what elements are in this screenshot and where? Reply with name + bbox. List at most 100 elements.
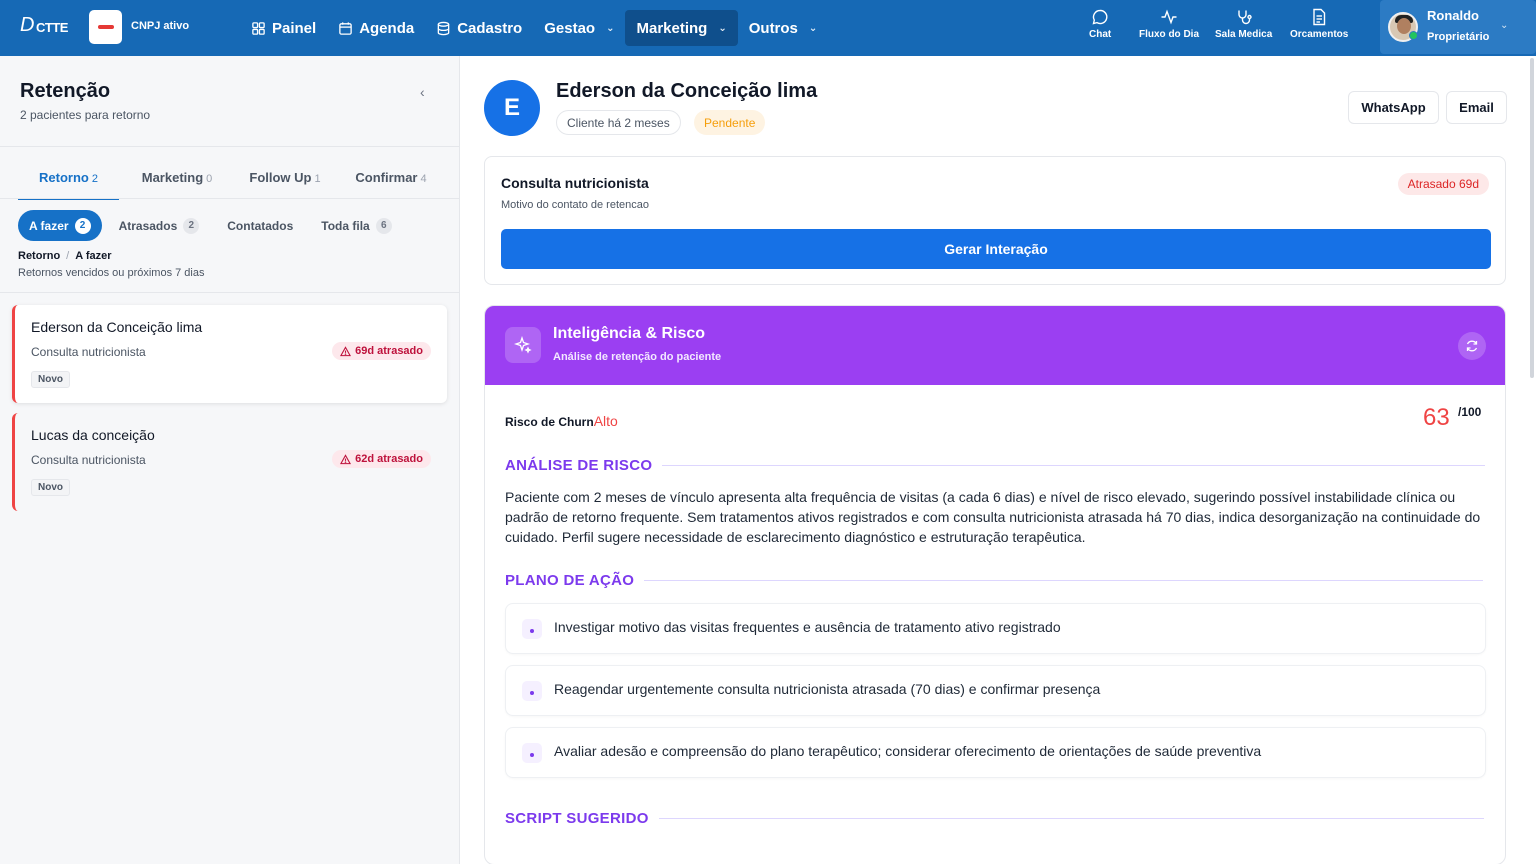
risk-score-max: /100 xyxy=(1458,405,1482,419)
quick-chat[interactable]: Chat xyxy=(1089,8,1111,40)
action-text: Reagendar urgentemente consulta nutricio… xyxy=(554,681,1101,697)
user-role: Proprietário xyxy=(1427,31,1490,43)
breadcrumb: Retorno / A fazer xyxy=(18,250,112,262)
analysis-heading: ANÁLISE DE RISCO xyxy=(505,457,1486,474)
divider xyxy=(0,292,460,293)
client-since-badge: Cliente há 2 meses xyxy=(556,110,681,135)
quick-orcamentos[interactable]: Orcamentos xyxy=(1290,8,1348,40)
nav-cadastro[interactable]: Cadastro xyxy=(425,10,533,46)
section-title: ANÁLISE DE RISCO xyxy=(505,457,653,474)
appointment-type: Consulta nutricionista xyxy=(31,453,146,467)
grid-icon xyxy=(252,21,265,35)
retention-tabs: Retorno 2 Marketing 0 Follow Up 1 Confirmar… xyxy=(18,164,447,200)
nav-label: Gestao xyxy=(544,19,596,37)
filter-contatados[interactable]: Contatados xyxy=(216,210,304,241)
chevron-down-icon: ⌄ xyxy=(718,22,727,34)
retention-sidebar: Retenção 2 pacientes para retorno ‹ Reto… xyxy=(0,56,460,864)
page-subtitle: 2 pacientes para retorno xyxy=(20,108,151,122)
clinic-logo[interactable] xyxy=(89,10,122,44)
online-status-dot xyxy=(1409,31,1418,40)
risk-score: 63 xyxy=(1423,404,1450,431)
nav-label: Painel xyxy=(272,19,317,37)
patient-card[interactable]: Ederson da Conceição lima Consulta nutri… xyxy=(12,305,447,403)
calendar-icon xyxy=(339,21,352,35)
stethoscope-icon xyxy=(1237,10,1252,25)
divider xyxy=(0,198,460,199)
cnpj-status: CNPJ ativo xyxy=(131,20,190,32)
nav-marketing[interactable]: Marketing ⌄ xyxy=(625,10,738,46)
quick-sala-medica[interactable]: Sala Medica xyxy=(1215,8,1272,40)
patient-name: Lucas da conceição xyxy=(31,427,155,443)
tab-count: 2 xyxy=(91,173,98,185)
refresh-icon[interactable] xyxy=(1458,332,1486,360)
filter-a-fazer[interactable]: A fazer 2 xyxy=(18,210,102,241)
tab-follow-up[interactable]: Follow Up 1 xyxy=(235,164,335,200)
quick-label: Sala Medica xyxy=(1215,29,1273,40)
action-item: Avaliar adesão e compreensão do plano te… xyxy=(505,727,1486,778)
contact-reason-card: Consulta nutricionista Motivo do contato… xyxy=(484,156,1506,285)
page-title: Retenção xyxy=(20,80,111,102)
logo-letter: D xyxy=(20,14,34,36)
chevron-left-icon[interactable]: ‹ xyxy=(420,84,425,100)
action-text: Investigar motivo das visitas frequentes… xyxy=(554,619,1061,635)
ai-card-subtitle: Análise de retenção do paciente xyxy=(553,351,722,363)
chat-icon xyxy=(1092,9,1108,25)
tab-count: 4 xyxy=(420,173,427,185)
nav-label: Outros xyxy=(748,19,798,37)
late-badge: Atrasado 69d xyxy=(1397,173,1489,195)
top-navigation-bar: D CTTE CNPJ ativo Painel Agenda Cadastro… xyxy=(0,0,1536,56)
nav-painel[interactable]: Painel xyxy=(240,10,327,46)
tab-confirmar[interactable]: Confirmar 4 xyxy=(335,164,447,200)
divider xyxy=(644,580,1484,581)
nav-agenda[interactable]: Agenda xyxy=(327,10,425,46)
nav-label: Agenda xyxy=(359,19,415,37)
chevron-down-icon[interactable]: ⌄ xyxy=(1500,20,1508,31)
bullet-icon xyxy=(522,619,542,639)
status-tag: Novo xyxy=(31,479,70,496)
nav-outros[interactable]: Outros ⌄ xyxy=(738,10,829,46)
patient-card[interactable]: Lucas da conceição Consulta nutricionist… xyxy=(12,413,447,511)
app-logo[interactable]: D CTTE xyxy=(20,14,68,37)
patient-detail-panel: E Ederson da Conceição lima Cliente há 2… xyxy=(460,56,1536,864)
breadcrumb-description: Retornos vencidos ou próximos 7 dias xyxy=(18,267,205,279)
nav-label: Marketing xyxy=(636,19,708,37)
patient-title: Ederson da Conceição lima xyxy=(556,80,818,102)
breadcrumb-item: A fazer xyxy=(75,250,112,262)
sparkles-icon xyxy=(505,327,541,363)
status-badge: Pendente xyxy=(694,110,766,135)
email-button[interactable]: Email xyxy=(1446,91,1507,124)
tab-count: 1 xyxy=(314,173,321,185)
breadcrumb-item: Retorno xyxy=(18,250,61,262)
filter-toda-fila[interactable]: Toda fila 6 xyxy=(310,210,402,241)
ai-card-title: Inteligência & Risco xyxy=(553,325,706,342)
tab-label: Marketing xyxy=(141,170,204,185)
quick-fluxo-do-dia[interactable]: Fluxo do Dia xyxy=(1139,8,1199,40)
late-badge: 69d atrasado xyxy=(332,342,431,360)
divider xyxy=(658,818,1484,819)
nav-gestao[interactable]: Gestao ⌄ xyxy=(533,10,625,46)
divider xyxy=(0,146,460,147)
appointment-type: Consulta nutricionista xyxy=(31,345,146,359)
quick-label: Chat xyxy=(1089,29,1112,40)
chevron-down-icon: ⌄ xyxy=(808,22,818,34)
filter-label: A fazer xyxy=(29,218,69,233)
generate-interaction-button[interactable]: Gerar Interação xyxy=(501,229,1491,269)
filter-atrasados[interactable]: Atrasados 2 xyxy=(108,210,211,241)
patient-name: Ederson da Conceição lima xyxy=(31,319,203,335)
warning-icon xyxy=(340,345,352,356)
scrollbar[interactable] xyxy=(1530,58,1534,378)
whatsapp-button[interactable]: WhatsApp xyxy=(1348,91,1439,124)
user-name: Ronaldo xyxy=(1427,8,1479,23)
action-plan-heading: PLANO DE AÇÃO xyxy=(505,572,1484,589)
warning-icon xyxy=(340,453,352,464)
tab-marketing[interactable]: Marketing 0 xyxy=(119,164,235,200)
document-icon xyxy=(1313,8,1326,26)
logo-text: CTTE xyxy=(35,20,68,35)
action-item: Investigar motivo das visitas frequentes… xyxy=(505,603,1486,654)
tab-retorno[interactable]: Retorno 2 xyxy=(18,164,119,200)
contact-title: Consulta nutricionista xyxy=(501,175,649,191)
filter-count: 6 xyxy=(375,217,392,234)
quick-label: Orcamentos xyxy=(1290,29,1349,40)
filter-label: Toda fila xyxy=(321,218,370,233)
section-title: SCRIPT SUGERIDO xyxy=(505,810,649,827)
